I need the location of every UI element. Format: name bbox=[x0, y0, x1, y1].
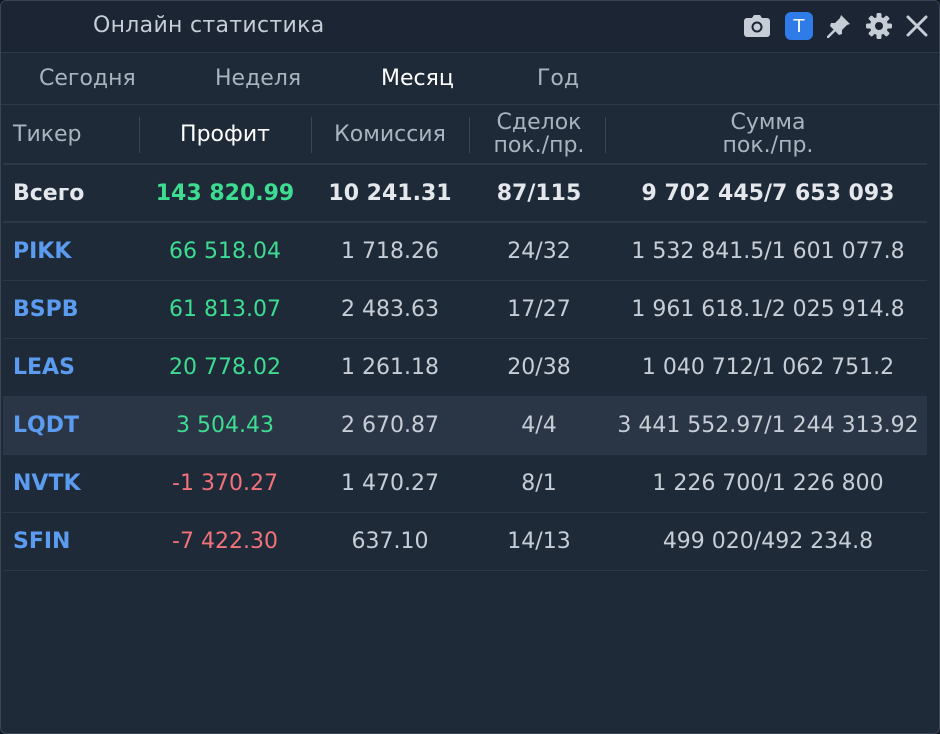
period-tabs: Сегодня Неделя Месяц Год bbox=[1, 53, 939, 105]
header-sum-line2: пок./пр. bbox=[722, 133, 814, 158]
deals-cell: 20/38 bbox=[507, 355, 571, 380]
deals-cell: 24/32 bbox=[507, 239, 571, 264]
t-badge-button[interactable]: T bbox=[784, 11, 814, 41]
sum-cell: 1 040 712/1 062 751.2 bbox=[641, 355, 895, 380]
total-row: Всего 143 820.99 10 241.31 87/115 9 702 … bbox=[3, 165, 927, 223]
table-row-hovered[interactable]: LQDT 3 504.43 2 670.87 4/4 3 441 552.97/… bbox=[3, 397, 927, 455]
total-deals: 87/115 bbox=[496, 180, 582, 206]
sum-cell: 1 226 700/1 226 800 bbox=[652, 471, 884, 496]
profit-cell: 3 504.43 bbox=[176, 413, 274, 438]
table-header: Тикер Профит Комиссия Сделок пок./пр. Сум… bbox=[3, 105, 927, 165]
pin-icon[interactable] bbox=[824, 11, 854, 41]
profit-cell: 61 813.07 bbox=[169, 297, 281, 322]
stats-table: Тикер Профит Комиссия Сделок пок./пр. Сум… bbox=[3, 105, 927, 571]
ticker-cell[interactable]: BSPB bbox=[3, 281, 139, 338]
deals-cell: 4/4 bbox=[521, 413, 557, 438]
header-profit[interactable]: Профит bbox=[139, 105, 311, 163]
header-sum-line1: Сумма bbox=[730, 110, 806, 135]
table-row[interactable]: LEAS 20 778.02 1 261.18 20/38 1 040 712/… bbox=[3, 339, 927, 397]
ticker-cell[interactable]: LQDT bbox=[3, 397, 139, 454]
total-label: Всего bbox=[13, 180, 85, 206]
ticker-cell[interactable]: SFIN bbox=[3, 513, 139, 570]
tab-week[interactable]: Неделя bbox=[215, 66, 301, 91]
stats-window: Онлайн статистика T Сегодня Неделя Месяц… bbox=[0, 0, 940, 734]
commission-cell: 1 261.18 bbox=[341, 355, 439, 380]
total-commission: 10 241.31 bbox=[328, 180, 452, 206]
header-deals-line1: Сделок bbox=[496, 110, 582, 135]
deals-cell: 17/27 bbox=[507, 297, 571, 322]
profit-cell: -7 422.30 bbox=[172, 529, 278, 554]
sum-cell: 1 961 618.1/2 025 914.8 bbox=[631, 297, 905, 322]
tab-today[interactable]: Сегодня bbox=[39, 66, 136, 91]
table-row[interactable]: PIKK 66 518.04 1 718.26 24/32 1 532 841.… bbox=[3, 223, 927, 281]
total-sum: 9 702 445/7 653 093 bbox=[641, 180, 895, 206]
ticker-cell[interactable]: PIKK bbox=[3, 223, 139, 280]
commission-cell: 2 670.87 bbox=[341, 413, 439, 438]
table-row[interactable]: NVTK -1 370.27 1 470.27 8/1 1 226 700/1 … bbox=[3, 455, 927, 513]
profit-cell: 20 778.02 bbox=[169, 355, 281, 380]
table-row[interactable]: BSPB 61 813.07 2 483.63 17/27 1 961 618.… bbox=[3, 281, 927, 339]
close-icon[interactable] bbox=[902, 11, 932, 41]
total-profit: 143 820.99 bbox=[155, 180, 295, 206]
title-bar: Онлайн статистика T bbox=[1, 1, 939, 53]
sum-cell: 3 441 552.97/1 244 313.92 bbox=[617, 413, 919, 438]
header-sum[interactable]: Сумма пок./пр. bbox=[609, 105, 927, 163]
tab-year[interactable]: Год bbox=[537, 66, 579, 91]
deals-cell: 8/1 bbox=[521, 471, 557, 496]
header-ticker[interactable]: Тикер bbox=[3, 105, 139, 163]
profit-cell: -1 370.27 bbox=[172, 471, 278, 496]
commission-cell: 637.10 bbox=[351, 529, 429, 554]
header-commission[interactable]: Комиссия bbox=[311, 105, 469, 163]
profit-cell: 66 518.04 bbox=[169, 239, 281, 264]
commission-cell: 1 470.27 bbox=[341, 471, 439, 496]
window-title: Онлайн статистика bbox=[93, 13, 325, 38]
camera-icon[interactable] bbox=[742, 11, 772, 41]
table-row[interactable]: SFIN -7 422.30 637.10 14/13 499 020/492 … bbox=[3, 513, 927, 571]
deals-cell: 14/13 bbox=[507, 529, 571, 554]
tab-month[interactable]: Месяц bbox=[381, 66, 454, 91]
t-badge-label: T bbox=[785, 12, 813, 40]
commission-cell: 1 718.26 bbox=[341, 239, 439, 264]
ticker-cell[interactable]: LEAS bbox=[3, 339, 139, 396]
ticker-cell[interactable]: NVTK bbox=[3, 455, 139, 512]
sum-cell: 499 020/492 234.8 bbox=[662, 529, 874, 554]
gear-icon[interactable] bbox=[864, 11, 894, 41]
column-divider bbox=[605, 117, 606, 153]
header-deals[interactable]: Сделок пок./пр. bbox=[469, 105, 609, 163]
commission-cell: 2 483.63 bbox=[341, 297, 439, 322]
header-deals-line2: пок./пр. bbox=[493, 133, 585, 158]
sum-cell: 1 532 841.5/1 601 077.8 bbox=[631, 239, 905, 264]
